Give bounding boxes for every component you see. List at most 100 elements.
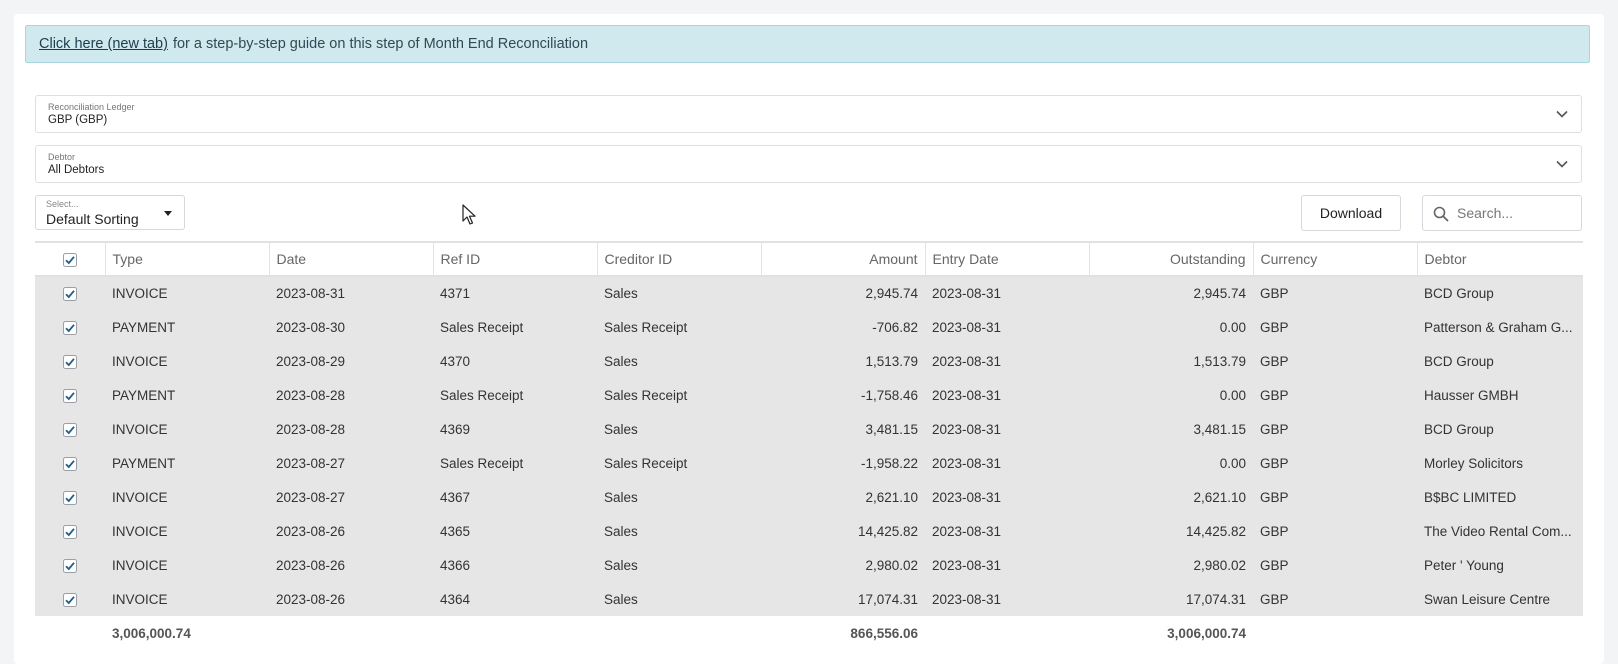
row-checkbox-cell[interactable] xyxy=(35,582,105,616)
checkbox-checked-icon[interactable] xyxy=(63,422,77,437)
caret-down-icon xyxy=(164,211,172,216)
table-row[interactable]: PAYMENT 2023-08-30 Sales Receipt Sales Rece… xyxy=(35,310,1583,344)
column-header-type[interactable]: Type xyxy=(104,241,269,277)
column-header-entry-date[interactable]: Entry Date xyxy=(924,241,1089,277)
cell-debtor: Morley Solicitors xyxy=(1424,455,1524,471)
table-row[interactable]: PAYMENT 2023-08-28 Sales Receipt Sales Rece… xyxy=(35,378,1583,412)
row-checkbox-cell[interactable] xyxy=(35,480,105,514)
cell-amount: -706.82 xyxy=(872,319,918,335)
cell-amount: 2,980.02 xyxy=(865,557,918,573)
debtor-select[interactable]: Debtor All Debtors xyxy=(35,145,1582,183)
cell-amount: 2,945.74 xyxy=(865,286,918,301)
chevron-down-icon xyxy=(1556,110,1568,118)
cell-debtor: BCD Group xyxy=(1424,286,1494,301)
cell-currency: GBP xyxy=(1260,455,1289,471)
cell-outstanding: 0.00 xyxy=(1219,319,1246,335)
checkbox-checked-icon[interactable] xyxy=(63,388,77,403)
cell-currency: GBP xyxy=(1260,387,1289,403)
table-row[interactable]: INVOICE 2023-08-28 4369 Sales 3,481.15 2023-0… xyxy=(35,412,1583,446)
checkbox-checked-icon[interactable] xyxy=(63,558,77,573)
cell-amount: 3,481.15 xyxy=(865,421,918,437)
table-row[interactable]: INVOICE 2023-08-26 4364 Sales 17,074.31 2023-… xyxy=(35,582,1583,616)
cell-outstanding: 2,945.74 xyxy=(1193,286,1246,301)
download-button[interactable]: Download xyxy=(1301,195,1401,231)
row-checkbox-cell[interactable] xyxy=(35,276,105,310)
cell-creditor-id: Sales Receipt xyxy=(604,387,688,403)
guide-link[interactable]: Click here (new tab) xyxy=(39,36,168,52)
reconciliation-ledger-value: GBP (GBP) xyxy=(48,114,108,126)
table-row[interactable]: INVOICE 2023-08-26 4366 Sales 2,980.02 2023-0… xyxy=(35,548,1583,582)
cell-date: 2023-08-26 xyxy=(276,591,346,607)
cell-entry-date: 2023-08-31 xyxy=(932,455,1002,471)
cell-creditor-id: Sales xyxy=(604,591,638,607)
checkbox-checked-icon[interactable] xyxy=(63,490,77,505)
cell-ref-id: 4367 xyxy=(440,489,471,505)
table-row[interactable]: INVOICE 2023-08-26 4365 Sales 14,425.82 2023-… xyxy=(35,514,1583,548)
search-input[interactable] xyxy=(1455,204,1579,222)
totals-empty-cell xyxy=(925,616,1089,660)
row-checkbox-cell[interactable] xyxy=(35,446,105,480)
checkbox-checked-icon[interactable] xyxy=(62,253,77,268)
cell-entry-date: 2023-08-31 xyxy=(932,489,1002,505)
sorting-select[interactable]: Select... Default Sorting xyxy=(35,195,185,230)
column-header-outstanding[interactable]: Outstanding xyxy=(1088,241,1253,277)
cell-entry-date: 2023-08-31 xyxy=(932,591,1002,607)
column-header-ref-id[interactable]: Ref ID xyxy=(432,241,597,277)
search-icon xyxy=(1433,206,1449,222)
cell-type: INVOICE xyxy=(112,557,168,573)
cell-debtor: BCD Group xyxy=(1424,353,1494,369)
cell-ref-id: 4365 xyxy=(440,523,471,539)
table-row[interactable]: INVOICE 2023-08-29 4370 Sales 1,513.79 2023-0… xyxy=(35,344,1583,378)
cell-outstanding: 0.00 xyxy=(1219,455,1246,471)
row-checkbox-cell[interactable] xyxy=(35,310,105,344)
totals-empty-cell xyxy=(433,616,597,660)
row-checkbox-cell[interactable] xyxy=(35,412,105,446)
row-checkbox-cell[interactable] xyxy=(35,344,105,378)
cell-creditor-id: Sales Receipt xyxy=(604,319,688,335)
cell-ref-id: 4366 xyxy=(440,557,471,573)
cell-debtor: The Video Rental Com... xyxy=(1424,523,1572,539)
table-row[interactable]: INVOICE 2023-08-31 4371 Sales 2,945.74 2023-0… xyxy=(35,276,1583,310)
select-all-checkbox-cell[interactable] xyxy=(35,241,105,277)
column-header-amount[interactable]: Amount xyxy=(760,241,925,277)
table-header-row: Type Date Ref ID Creditor ID Amount Entr… xyxy=(35,241,1583,277)
checkbox-checked-icon[interactable] xyxy=(63,287,77,302)
cell-currency: GBP xyxy=(1260,319,1289,335)
column-header-debtor[interactable]: Debtor xyxy=(1416,241,1583,277)
cell-amount: 1,513.79 xyxy=(865,353,918,369)
cell-date: 2023-08-27 xyxy=(276,489,346,505)
cell-outstanding: 2,980.02 xyxy=(1193,557,1246,573)
table-row[interactable]: INVOICE 2023-08-27 4367 Sales 2,621.10 2023-0… xyxy=(35,480,1583,514)
total-amount: 866,556.06 xyxy=(850,626,918,641)
cell-ref-id: 4371 xyxy=(440,286,471,301)
checkbox-checked-icon[interactable] xyxy=(63,320,77,335)
checkbox-checked-icon[interactable] xyxy=(63,524,77,539)
checkbox-checked-icon[interactable] xyxy=(63,592,77,607)
cell-creditor-id: Sales xyxy=(604,489,638,505)
chevron-down-icon xyxy=(1556,160,1568,168)
cell-debtor: Swan Leisure Centre xyxy=(1424,591,1551,607)
cell-outstanding: 1,513.79 xyxy=(1193,353,1246,369)
column-header-creditor-id[interactable]: Creditor ID xyxy=(596,241,761,277)
reconciliation-ledger-label: Reconciliation Ledger xyxy=(48,102,135,112)
cell-creditor-id: Sales Receipt xyxy=(604,455,688,471)
debtor-value: All Debtors xyxy=(48,164,105,176)
checkbox-checked-icon[interactable] xyxy=(63,354,77,369)
checkbox-checked-icon[interactable] xyxy=(63,456,77,471)
table-totals-row: 3,006,000.74 866,556.06 3,006,000.74 xyxy=(35,616,1583,660)
cell-type: INVOICE xyxy=(112,286,168,301)
row-checkbox-cell[interactable] xyxy=(35,514,105,548)
table-row[interactable]: PAYMENT 2023-08-27 Sales Receipt Sales Rece… xyxy=(35,446,1583,480)
row-checkbox-cell[interactable] xyxy=(35,548,105,582)
column-header-date[interactable]: Date xyxy=(268,241,433,277)
row-checkbox-cell[interactable] xyxy=(35,378,105,412)
cell-outstanding: 0.00 xyxy=(1219,387,1246,403)
reconciliation-ledger-select[interactable]: Reconciliation Ledger GBP (GBP) xyxy=(35,95,1582,133)
cell-type: PAYMENT xyxy=(112,387,176,403)
cell-date: 2023-08-28 xyxy=(276,421,346,437)
column-header-currency[interactable]: Currency xyxy=(1252,241,1417,277)
cell-date: 2023-08-31 xyxy=(276,286,346,301)
search-box[interactable] xyxy=(1422,195,1582,231)
cell-ref-id: Sales Receipt xyxy=(440,455,524,471)
cell-type: INVOICE xyxy=(112,489,168,505)
